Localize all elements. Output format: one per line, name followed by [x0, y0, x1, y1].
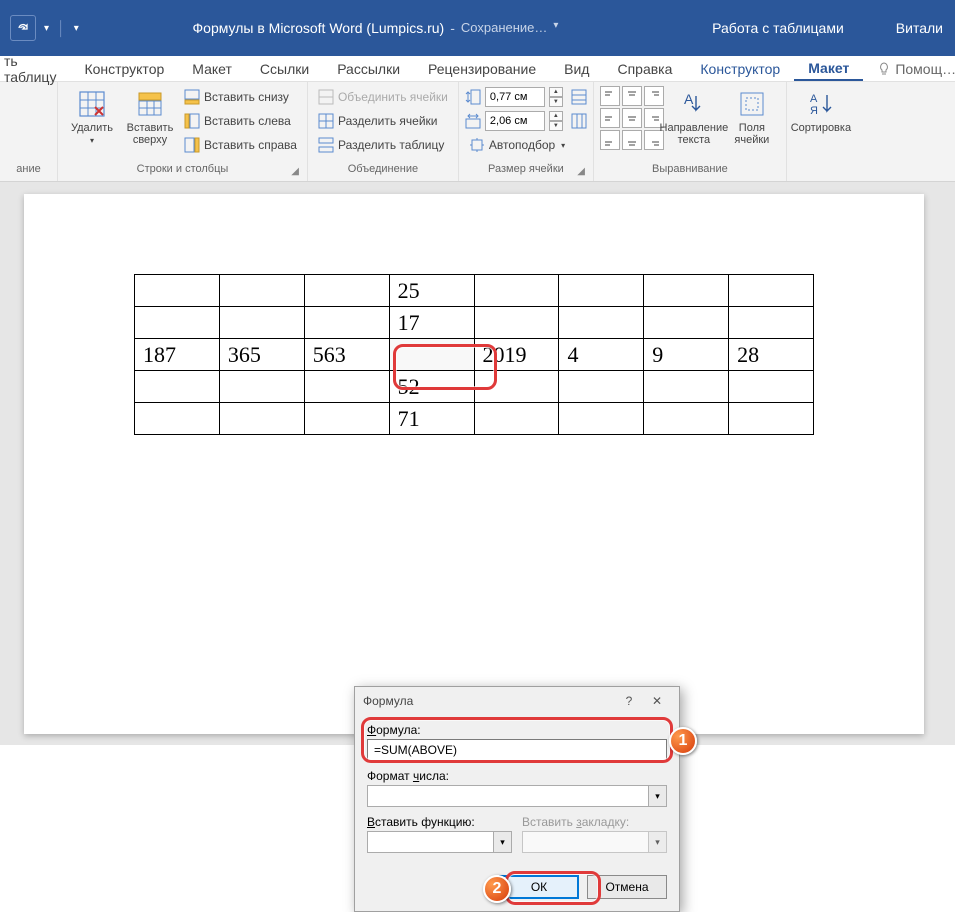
number-format-combo[interactable]: ▾: [367, 785, 667, 807]
tab-review[interactable]: Рецензирование: [414, 58, 550, 80]
paste-function-combo[interactable]: ▾: [367, 831, 512, 853]
document-area: 25 17 18736556320194928 52 71 Формула ? …: [0, 182, 955, 745]
tab-table-layout[interactable]: Макет: [794, 57, 863, 81]
col-width-icon: [465, 113, 481, 129]
group-label-cell-size: Размер ячейки◢: [465, 161, 587, 177]
dialog-help-icon[interactable]: ?: [615, 694, 643, 708]
ok-button[interactable]: ОК: [499, 875, 579, 899]
titlebar: ▾ │ ▾ Формулы в Microsoft Word (Lumpics.…: [0, 0, 955, 56]
align-bot-left[interactable]: [600, 130, 620, 150]
paste-function-label: Вставить функцию:: [367, 815, 512, 829]
split-table-button[interactable]: Разделить таблицу: [314, 134, 452, 156]
document-title: Формулы в Microsoft Word (Lumpics.ru): [193, 20, 445, 36]
group-label-partial: ание: [6, 161, 51, 177]
col-width-input[interactable]: [485, 111, 545, 131]
ribbon: ание Удалить▾ Вставить сверху Вставить с…: [0, 82, 955, 182]
dialog-close-icon[interactable]: ✕: [643, 694, 671, 708]
text-direction-button[interactable]: A Направление текста: [666, 86, 722, 158]
distribute-rows-icon[interactable]: [571, 89, 587, 105]
word-table[interactable]: 25 17 18736556320194928 52 71: [134, 274, 814, 435]
insert-right-icon: [184, 137, 200, 153]
distribute-cols-icon[interactable]: [571, 113, 587, 129]
insert-left-button[interactable]: Вставить слева: [180, 110, 301, 132]
table-row: 52: [135, 371, 814, 403]
formula-label: Формула:: [367, 723, 667, 737]
cell-margins-button[interactable]: Поля ячейки: [724, 86, 780, 158]
formula-input[interactable]: [367, 739, 667, 761]
saving-status: Сохранение…: [461, 20, 548, 36]
active-cell: [389, 339, 474, 371]
merge-cells-icon: [318, 89, 334, 105]
badge-1: 1: [669, 727, 697, 755]
tab-references[interactable]: Ссылки: [246, 58, 323, 80]
tab-table-constructor[interactable]: Конструктор: [686, 58, 794, 80]
tell-me[interactable]: Помощ…: [863, 58, 955, 80]
chevron-down-icon: ▾: [648, 832, 666, 852]
merge-cells-button: Объединить ячейки: [314, 86, 452, 108]
row-height-icon: [465, 89, 481, 105]
dialog-title: Формула: [363, 694, 413, 708]
redo-button[interactable]: [10, 15, 36, 41]
insert-right-button[interactable]: Вставить справа: [180, 134, 301, 156]
align-mid-left[interactable]: [600, 108, 620, 128]
cell-margins-icon: [736, 88, 768, 120]
paste-bookmark-combo: ▾: [522, 831, 667, 853]
dialog-launcher-icon[interactable]: ◢: [291, 166, 299, 177]
chevron-down-icon: ▾: [648, 786, 666, 806]
autofit-button[interactable]: Автоподбор▾: [465, 134, 587, 156]
cancel-button[interactable]: Отмена: [587, 875, 667, 899]
group-label-alignment: Выравнивание: [600, 161, 780, 177]
alignment-grid: [600, 86, 664, 150]
autofit-icon: [469, 137, 485, 153]
table-row: 18736556320194928: [135, 339, 814, 371]
row-height-input[interactable]: [485, 87, 545, 107]
context-tab-title: Работа с таблицами: [672, 0, 884, 56]
tab-help[interactable]: Справка: [603, 58, 686, 80]
align-top-left[interactable]: [600, 86, 620, 106]
dialog-launcher-icon[interactable]: ◢: [577, 166, 585, 177]
insert-above-icon: [134, 88, 166, 120]
text-direction-icon: A: [678, 88, 710, 120]
insert-below-button[interactable]: Вставить снизу: [180, 86, 301, 108]
group-label-rows-cols: Строки и столбцы◢: [64, 161, 301, 177]
paste-bookmark-label: Вставить закладку:: [522, 815, 667, 829]
insert-left-icon: [184, 113, 200, 129]
svg-text:A: A: [684, 91, 694, 107]
tab-constructor[interactable]: Конструктор: [70, 58, 178, 80]
tab-mailings[interactable]: Рассылки: [323, 58, 414, 80]
number-format-label: Формат числа:: [367, 769, 667, 783]
table-row: 25: [135, 275, 814, 307]
page: 25 17 18736556320194928 52 71 Формула ? …: [24, 194, 924, 734]
insert-below-icon: [184, 89, 200, 105]
split-cells-icon: [318, 113, 334, 129]
formula-dialog: Формула ? ✕ Формула: Формат числа: ▾ Вст…: [354, 686, 680, 912]
delete-table-icon: [76, 88, 108, 120]
dropdown-icon[interactable]: ▾: [44, 23, 49, 34]
insert-above-button[interactable]: Вставить сверху: [122, 86, 178, 158]
delete-button[interactable]: Удалить▾: [64, 86, 120, 158]
chevron-down-icon: ▾: [493, 832, 511, 852]
height-spinner[interactable]: ▲▼: [549, 87, 563, 107]
split-table-icon: [318, 137, 334, 153]
align-bot-center[interactable]: [622, 130, 642, 150]
svg-text:Я: Я: [810, 105, 818, 117]
badge-2: 2: [483, 875, 511, 903]
tab-layout[interactable]: Макет: [178, 58, 246, 80]
align-mid-center[interactable]: [622, 108, 642, 128]
sort-button[interactable]: АЯ Сортировка: [793, 86, 849, 158]
svg-text:А: А: [810, 93, 818, 105]
user-name: Витали: [884, 20, 955, 36]
align-top-right[interactable]: [644, 86, 664, 106]
group-label-merge: Объединение: [314, 161, 452, 177]
width-spinner[interactable]: ▲▼: [549, 111, 563, 131]
align-top-center[interactable]: [622, 86, 642, 106]
sort-icon: АЯ: [805, 88, 837, 120]
lightbulb-icon: [877, 62, 891, 76]
ribbon-tabs: ть таблицу Конструктор Макет Ссылки Расс…: [0, 56, 955, 82]
tab-view[interactable]: Вид: [550, 58, 603, 80]
table-row: 17: [135, 307, 814, 339]
split-cells-button[interactable]: Разделить ячейки: [314, 110, 452, 132]
table-row: 71: [135, 403, 814, 435]
